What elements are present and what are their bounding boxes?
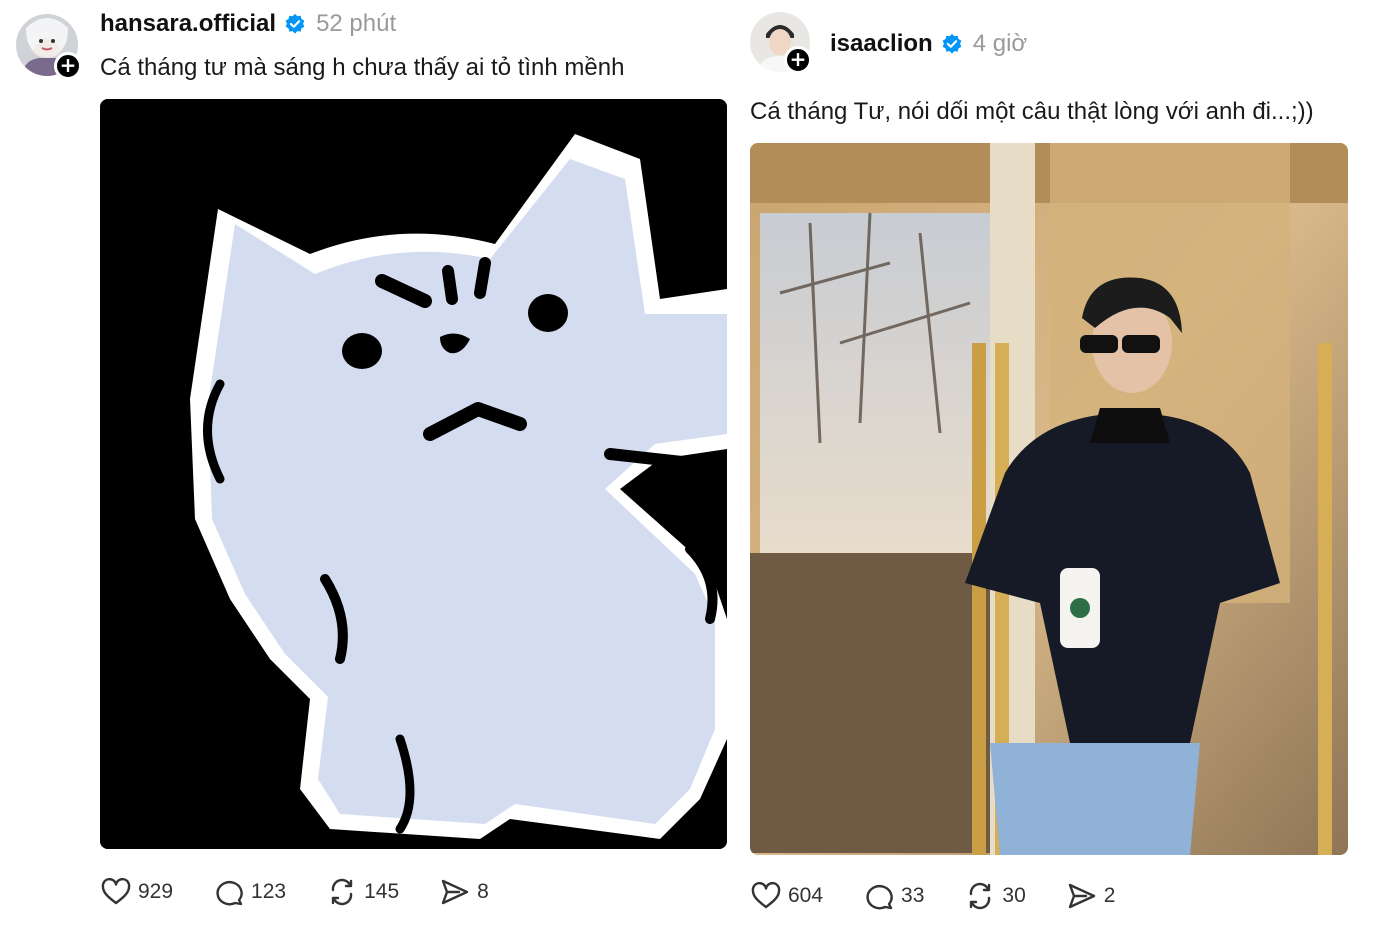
post-image-cat[interactable] [100, 99, 727, 849]
heart-icon [101, 877, 131, 905]
follow-plus-icon[interactable]: + [784, 46, 812, 74]
like-button[interactable]: 604 [750, 880, 823, 912]
post-caption: Cá tháng Tư, nói dối một câu thật lòng v… [750, 98, 1314, 125]
post-image-photo[interactable] [750, 143, 1348, 855]
like-count: 604 [788, 884, 824, 907]
repost-icon [970, 882, 991, 910]
comment-count: 123 [251, 880, 287, 903]
post-actions: 604 33 30 2 [750, 880, 1155, 912]
post-time: 4 giờ [972, 30, 1028, 57]
share-button[interactable]: 2 [1066, 880, 1116, 912]
repost-icon [331, 878, 353, 906]
comment-icon [866, 885, 893, 910]
share-count: 2 [1103, 884, 1116, 907]
share-icon [441, 879, 469, 905]
post-header: isaaclion 4 giờ [830, 30, 1027, 58]
heart-icon [751, 881, 781, 909]
comment-button[interactable]: 33 [863, 880, 924, 912]
comment-icon [216, 881, 243, 906]
post-header: hansara.official 52 phút [100, 10, 396, 38]
like-button[interactable]: 929 [100, 876, 173, 908]
like-count: 929 [138, 880, 174, 903]
share-count: 8 [477, 880, 489, 903]
verified-badge-icon [285, 13, 305, 34]
avatar-hansara[interactable]: + [16, 14, 82, 80]
repost-button[interactable]: 30 [964, 880, 1026, 912]
post-caption: Cá tháng tư mà sáng h chưa thấy ai tỏ tì… [100, 54, 625, 81]
share-icon [1068, 883, 1095, 909]
angry-cat-illustration [100, 99, 727, 849]
repost-count: 145 [364, 880, 400, 903]
post-hansara: + hansara.official 52 phút Cá tháng tư m… [0, 0, 740, 927]
comment-count: 33 [901, 884, 925, 907]
follow-plus-icon[interactable]: + [54, 52, 82, 80]
post-isaaclion: + isaaclion 4 giờ Cá tháng Tư, nói dối m… [740, 0, 1390, 927]
repost-button[interactable]: 145 [326, 876, 399, 908]
share-button[interactable]: 8 [439, 876, 489, 908]
post-time: 52 phút [316, 10, 397, 37]
repost-count: 30 [1002, 884, 1026, 907]
username[interactable]: hansara.official [100, 10, 276, 38]
username[interactable]: isaaclion [830, 30, 933, 58]
verified-badge-icon [942, 33, 962, 54]
man-at-door-photo [750, 143, 1348, 855]
comment-button[interactable]: 123 [213, 876, 286, 908]
avatar-isaaclion[interactable]: + [750, 12, 812, 74]
post-actions: 929 123 145 8 [100, 876, 529, 908]
